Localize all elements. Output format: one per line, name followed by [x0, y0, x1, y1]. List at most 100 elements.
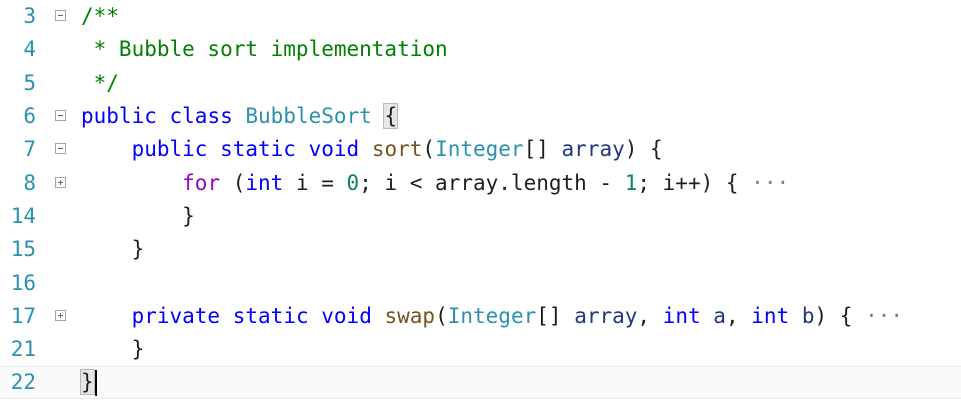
code-token: array [574, 304, 638, 328]
code-text: public class BubbleSort { [81, 100, 399, 133]
code-token: ( [220, 171, 246, 195]
line-number: 3 [23, 4, 36, 28]
code-token: } [81, 337, 145, 361]
code-token: static [220, 137, 296, 161]
code-token: */ [81, 71, 119, 95]
code-token: ) { [624, 137, 663, 161]
line-number: 7 [23, 137, 36, 161]
collapsed-ellipsis[interactable]: ··· [751, 171, 789, 195]
code-token: ; i < array.length - [359, 171, 625, 195]
line-number: 22 [10, 370, 36, 394]
code-line[interactable]: 3 /** [0, 0, 961, 33]
line-number: 17 [10, 304, 36, 328]
code-line[interactable]: 4 * Bubble sort implementation [0, 33, 961, 66]
code-token: i = [283, 171, 347, 195]
code-text: } [81, 233, 145, 266]
code-line[interactable]: 5 */ [0, 67, 961, 100]
code-text: for (int i = 0; i < array.length - 1; i+… [81, 167, 789, 200]
code-text: private static void swap(Integer[] array… [81, 300, 903, 333]
collapse-icon[interactable] [55, 110, 66, 121]
line-number: 15 [10, 237, 36, 261]
code-token: private [131, 304, 221, 328]
code-text: public static void sort(Integer[] array)… [81, 133, 663, 166]
code-line[interactable]: 16 [0, 267, 961, 300]
collapsed-ellipsis[interactable]: ··· [865, 304, 903, 328]
code-token: int [751, 304, 790, 328]
code-token: } [80, 369, 95, 395]
code-editor[interactable]: 3/** 4 * Bubble sort implementation 5 */6 p… [0, 0, 961, 414]
code-token: void [321, 304, 372, 328]
code-line[interactable]: 22} [0, 366, 961, 399]
code-token: Integer [435, 137, 524, 161]
code-text: } [81, 333, 145, 366]
code-text: } [80, 367, 97, 398]
code-token: void [308, 137, 360, 161]
code-token: ( [422, 137, 436, 161]
code-token: ( [435, 304, 448, 328]
code-token: Integer [447, 304, 537, 328]
code-token: ; i++) { [637, 171, 752, 195]
line-number: 21 [10, 337, 36, 361]
code-token: { [383, 103, 399, 129]
code-text: /** [81, 0, 119, 33]
code-line[interactable]: 14 } [0, 200, 961, 233]
code-line[interactable]: 17 private static void swap(Integer[] ar… [0, 300, 961, 333]
line-number: 14 [10, 204, 36, 228]
line-number: 16 [10, 271, 36, 295]
line-number: 6 [23, 104, 36, 128]
text-caret [94, 370, 97, 396]
code-line[interactable]: 15 } [0, 233, 961, 266]
code-token: , [725, 304, 752, 328]
line-number: 4 [23, 37, 36, 61]
code-token: int [245, 171, 284, 195]
code-token: } [81, 204, 195, 228]
code-text: * Bubble sort implementation [81, 33, 448, 66]
code-token: class [169, 104, 233, 128]
line-number: 5 [23, 71, 36, 95]
expand-icon[interactable] [55, 310, 66, 321]
code-token: b [801, 304, 815, 328]
code-line[interactable]: 21 } [0, 333, 961, 366]
code-text: } [81, 200, 195, 233]
code-token: static [232, 304, 309, 328]
code-line[interactable]: 6 public class BubbleSort { [0, 100, 961, 133]
code-token: [] [523, 137, 562, 161]
code-token: for [182, 171, 221, 195]
code-token: BubbleSort [245, 104, 372, 128]
line-number: 8 [23, 171, 36, 195]
code-token: * Bubble sort implementation [81, 37, 448, 61]
code-text: */ [81, 67, 119, 100]
code-line[interactable]: 7 public static void sort(Integer[] arra… [0, 133, 961, 166]
collapse-icon[interactable] [55, 10, 66, 21]
code-token: ) { [814, 304, 866, 328]
code-token: [] [536, 304, 575, 328]
code-token: array [561, 137, 625, 161]
code-token: public [81, 104, 157, 128]
code-token: sort [371, 137, 423, 161]
code-token: } [81, 237, 145, 261]
expand-icon[interactable] [55, 177, 66, 188]
code-token: swap [384, 304, 436, 328]
collapse-icon[interactable] [55, 143, 66, 154]
code-token: 1 [624, 171, 638, 195]
code-token: /** [81, 4, 119, 28]
code-token: int [662, 304, 701, 328]
code-token: 0 [346, 171, 360, 195]
code-line[interactable]: 8 for (int i = 0; i < array.length - 1; … [0, 167, 961, 200]
code-token: public [131, 137, 208, 161]
code-token: , [637, 304, 663, 328]
